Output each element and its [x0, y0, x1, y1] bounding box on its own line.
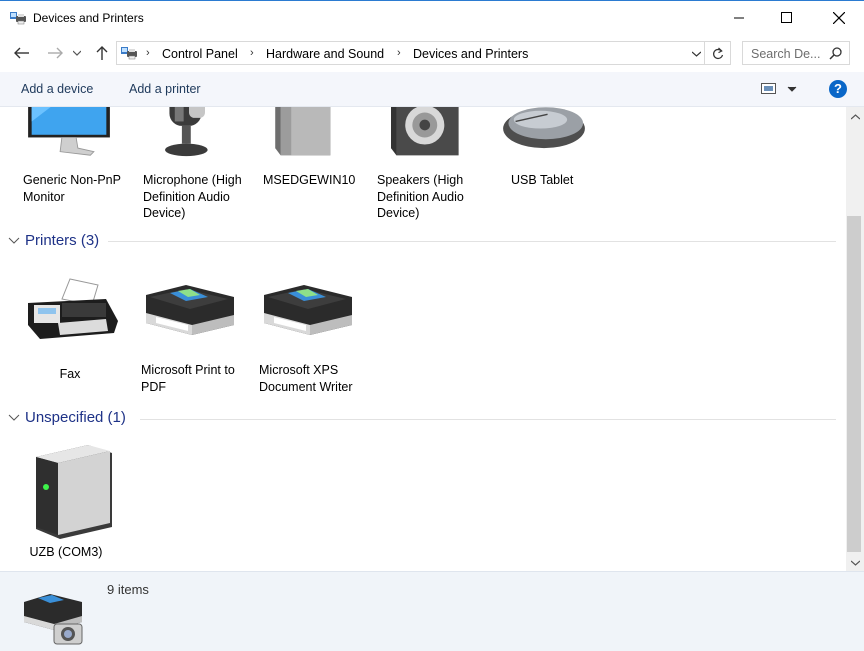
help-icon: ? [834, 81, 842, 96]
speaker-icon [391, 107, 459, 156]
refresh-button[interactable] [705, 41, 731, 65]
chevron-down-icon [8, 237, 20, 244]
scroll-up-button[interactable] [846, 108, 864, 125]
address-bar[interactable]: › Control Panel › Hardware and Sound › D… [116, 41, 705, 65]
help-button[interactable]: ? [829, 80, 847, 98]
scroll-down-button[interactable] [846, 554, 864, 571]
drive-unit-icon [36, 445, 112, 539]
close-icon [833, 11, 845, 24]
microphone-icon [165, 107, 208, 157]
chevron-down-icon [8, 414, 20, 421]
forward-arrow-icon [48, 47, 63, 59]
printer-icon [146, 285, 234, 335]
up-button[interactable] [91, 42, 113, 64]
printer-label: Fax [59, 367, 81, 381]
printer-label: Microsoft Print to PDF [141, 363, 235, 394]
refresh-icon [712, 47, 723, 59]
group-divider [140, 419, 836, 420]
search-placeholder: Search De... [751, 47, 821, 61]
address-dropdown-icon[interactable] [692, 51, 701, 57]
up-arrow-icon [96, 46, 108, 60]
item-count: 9 items [107, 582, 149, 597]
forward-button[interactable] [44, 42, 66, 64]
device-label: Speakers (High Definition Audio Device) [377, 173, 464, 220]
unspecified-group-title: Unspecified (1) [25, 409, 126, 426]
monitor-icon [28, 107, 110, 156]
mouse-icon [503, 107, 585, 149]
command-bar: Add a device Add a printer ? [0, 72, 864, 107]
search-icon[interactable] [829, 47, 842, 60]
maximize-button[interactable] [763, 1, 809, 34]
window-title: Devices and Printers [33, 11, 144, 25]
breadcrumb-separator: › [397, 47, 401, 59]
device-label: Generic Non-PnP Monitor [23, 173, 121, 204]
device-list-pane: Generic Non-PnP Monitor Microphone (High… [0, 107, 846, 571]
computer-tower-icon [275, 107, 331, 156]
back-arrow-icon [14, 47, 29, 59]
chevron-up-icon [850, 113, 860, 119]
add-printer-button[interactable]: Add a printer [129, 82, 201, 96]
view-icon [761, 83, 797, 94]
chevron-down-icon [850, 560, 860, 566]
back-button[interactable] [11, 42, 33, 64]
breadcrumb-separator: › [250, 47, 254, 59]
minimize-icon [734, 17, 744, 18]
printers-group-title: Printers (3) [25, 232, 100, 249]
breadcrumb-separator: › [146, 47, 150, 59]
devices-printers-large-icon [24, 594, 83, 645]
breadcrumb-devices-and-printers[interactable]: Devices and Printers [413, 47, 528, 61]
devices-printers-app-icon [10, 12, 26, 25]
view-options-button[interactable] [761, 82, 797, 99]
control-panel-icon [121, 47, 137, 60]
details-pane: 9 items [0, 571, 864, 651]
device-label: MSEDGEWIN10 [263, 173, 356, 187]
chevron-down-icon [73, 50, 81, 56]
recent-locations-button[interactable] [70, 42, 84, 64]
printer-icon [264, 285, 352, 335]
minimize-button[interactable] [716, 1, 762, 34]
printer-label: Microsoft XPS Document Writer [259, 363, 353, 394]
printers-group-header[interactable]: Printers (3) [8, 232, 99, 249]
close-button[interactable] [816, 1, 862, 34]
scroll-thumb[interactable] [847, 216, 861, 552]
add-device-button[interactable]: Add a device [21, 82, 93, 96]
breadcrumb-hardware-and-sound[interactable]: Hardware and Sound [266, 47, 384, 61]
device-label: Microphone (High Definition Audio Device… [143, 173, 242, 220]
breadcrumb-control-panel[interactable]: Control Panel [162, 47, 238, 61]
unspecified-label: UZB (COM3) [29, 545, 103, 559]
maximize-icon [780, 12, 792, 23]
device-label: USB Tablet [511, 173, 574, 187]
fax-icon [28, 278, 118, 339]
unspecified-group-header[interactable]: Unspecified (1) [8, 409, 126, 426]
search-input[interactable]: Search De... [742, 41, 850, 65]
title-bar: Devices and Printers [0, 0, 864, 34]
group-divider [108, 241, 836, 242]
